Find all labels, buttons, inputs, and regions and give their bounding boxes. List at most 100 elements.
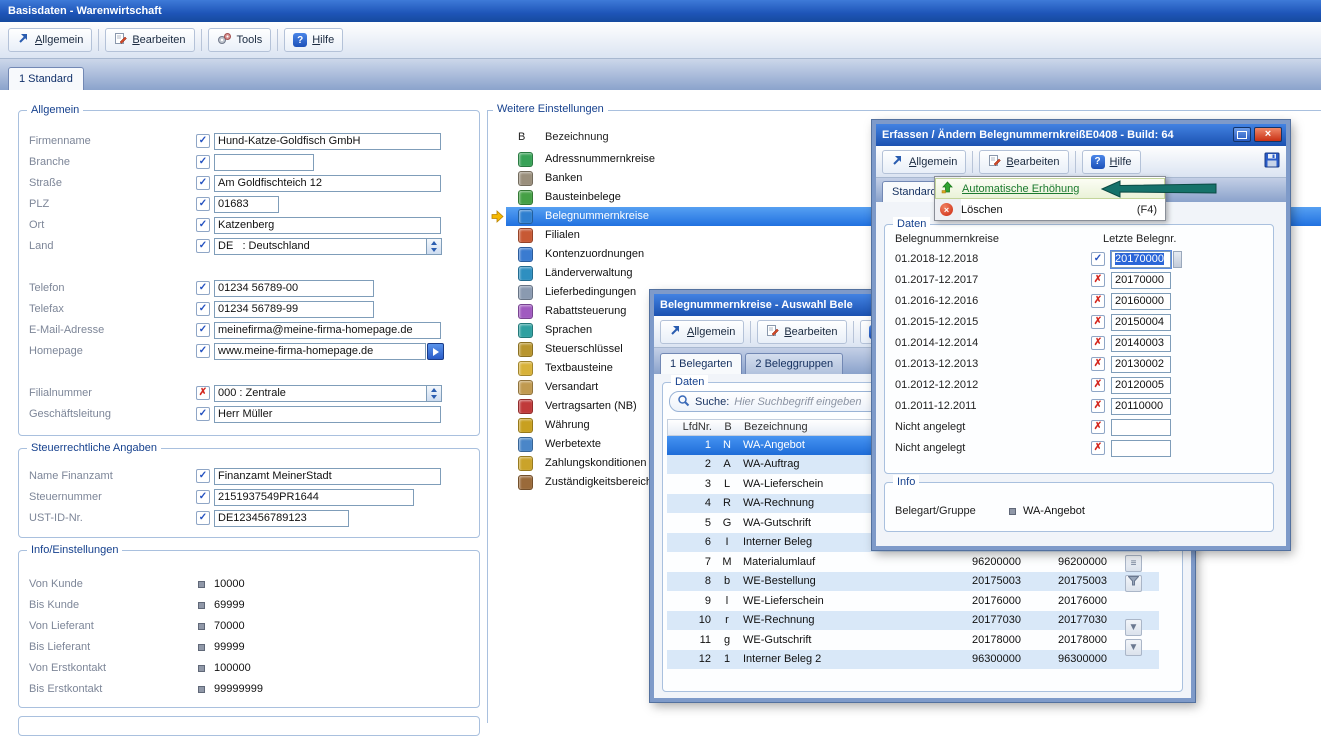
email-input[interactable]: meinefirma@meine-firma-homepage.de <box>214 322 441 339</box>
close-button[interactable] <box>1254 127 1282 142</box>
tools-button[interactable]: Tools <box>208 28 272 52</box>
table-row[interactable]: 9lWE-Lieferschein2017600020176000 <box>667 592 1159 611</box>
checkbox[interactable] <box>196 344 210 358</box>
belegnr-input[interactable]: 20160000 <box>1111 293 1171 310</box>
window-titlebar[interactable]: Basisdaten - Warenwirtschaft <box>0 0 1321 22</box>
currency-icon <box>518 418 533 433</box>
checkbox[interactable] <box>196 407 210 421</box>
hilfe-button[interactable]: Hilfe <box>284 28 343 52</box>
checkbox[interactable] <box>196 218 210 232</box>
checkbox[interactable] <box>1091 378 1105 392</box>
column-header-b[interactable]: B <box>518 131 525 143</box>
checkbox[interactable] <box>196 469 210 483</box>
belegnr-input[interactable]: 20170000 <box>1111 272 1171 289</box>
group-title: Steuerrechtliche Angaben <box>27 441 161 455</box>
belegnr-input[interactable]: 20130002 <box>1111 356 1171 373</box>
checkbox[interactable] <box>1091 420 1105 434</box>
spinner[interactable] <box>1173 251 1182 268</box>
homepage-input[interactable]: www.meine-firma-homepage.de <box>214 343 426 360</box>
building-block-documents-icon <box>518 190 533 205</box>
checkbox[interactable] <box>196 511 210 525</box>
scroll-bottom-button[interactable]: ▼ <box>1125 639 1142 656</box>
field-ustid: UST-ID-Nr.DE123456789123 <box>29 510 471 528</box>
belegnr-input[interactable]: 20150004 <box>1111 314 1171 331</box>
field-branche: Branche <box>29 154 471 172</box>
toolbar-separator <box>853 321 854 343</box>
plz-input[interactable]: 01683 <box>214 196 279 213</box>
belegnr-input[interactable]: 20140003 <box>1111 335 1171 352</box>
spinner[interactable] <box>426 239 441 254</box>
belegnr-input[interactable] <box>1111 440 1171 457</box>
checkbox[interactable] <box>196 155 210 169</box>
ustid-input[interactable]: DE123456789123 <box>214 510 349 527</box>
checkbox[interactable] <box>1091 252 1105 266</box>
firmenname-input[interactable]: Hund-Katze-Goldfisch GmbH <box>214 133 441 150</box>
checkbox[interactable] <box>196 490 210 504</box>
land-combobox[interactable]: DE : Deutschland <box>214 238 442 255</box>
checkbox[interactable] <box>1091 273 1105 287</box>
nummernkreis-row: 01.2018-12.201820170000 <box>885 251 1273 270</box>
telefax-input[interactable]: 01234 56789-99 <box>214 301 374 318</box>
table-row[interactable]: 121Interner Beleg 29630000096300000 <box>667 650 1159 669</box>
filter-button[interactable] <box>1125 575 1142 592</box>
nummernkreis-row: 01.2014-12.201420140003 <box>885 335 1273 354</box>
strasse-input[interactable]: Am Goldfischteich 12 <box>214 175 441 192</box>
bearbeiten-button[interactable]: Bearbeiten <box>105 28 194 52</box>
column-header-bezeichnung[interactable]: Bezeichnung <box>545 131 609 143</box>
save-button[interactable] <box>1264 152 1280 171</box>
open-homepage-button[interactable] <box>427 343 444 360</box>
checkbox[interactable] <box>196 176 210 190</box>
belegnr-input[interactable]: 20120005 <box>1111 377 1171 394</box>
steuernummer-input[interactable]: 2151937549PR1644 <box>214 489 414 506</box>
checkbox[interactable] <box>196 197 210 211</box>
group-title: Info <box>893 475 919 489</box>
allgemein-button[interactable]: Allgemein <box>8 28 92 52</box>
arrow-ne-icon <box>669 324 682 340</box>
allgemein-button[interactable]: Allgemein <box>882 150 966 174</box>
column-options-button[interactable]: ≡ <box>1125 555 1142 572</box>
checkbox[interactable] <box>1091 336 1105 350</box>
ort-input[interactable]: Katzenberg <box>214 217 441 234</box>
nummernkreis-row: Nicht angelegt <box>885 419 1273 438</box>
belegnr-input[interactable]: 20110000 <box>1111 398 1171 415</box>
belegnr-input[interactable] <box>1111 419 1171 436</box>
checkbox[interactable] <box>1091 294 1105 308</box>
checkbox[interactable] <box>196 302 210 316</box>
tab-beleggruppen[interactable]: 2 Beleggruppen <box>745 353 843 374</box>
tab-standard[interactable]: 1 Standard <box>8 67 84 90</box>
maximize-button[interactable] <box>1233 127 1251 142</box>
belegnr-input[interactable]: 20170000 <box>1111 251 1171 268</box>
erfassen-dialog-title: Erfassen / Ändern BelegnummernkreißE0408… <box>882 129 1174 141</box>
shipping-method-icon <box>518 380 533 395</box>
erfassen-dialog-titlebar[interactable]: Erfassen / Ändern BelegnummernkreißE0408… <box>876 124 1286 146</box>
checkbox[interactable] <box>1091 357 1105 371</box>
main-toolbar: Allgemein Bearbeiten Tools Hilfe <box>0 22 1321 59</box>
hilfe-button[interactable]: Hilfe <box>1082 150 1141 174</box>
scroll-down-button[interactable]: ▼ <box>1125 619 1142 636</box>
bearbeiten-button[interactable]: Bearbeiten <box>757 320 846 344</box>
spinner[interactable] <box>426 386 441 401</box>
geschaeftsleitung-input[interactable]: Herr Müller <box>214 406 441 423</box>
branche-input[interactable] <box>214 154 314 171</box>
checkbox[interactable] <box>1091 441 1105 455</box>
allgemein-button[interactable]: Allgemein <box>660 320 744 344</box>
bearbeiten-button[interactable]: Bearbeiten <box>979 150 1068 174</box>
table-row[interactable]: 8bWE-Bestellung2017500320175003 <box>667 572 1159 591</box>
menu-item-loeschen[interactable]: Löschen (F4) <box>935 199 1165 220</box>
filialnummer-combobox[interactable]: 000 : Zentrale <box>214 385 442 402</box>
finanzamt-input[interactable]: Finanzamt MeinerStadt <box>214 468 441 485</box>
checkbox[interactable] <box>1091 399 1105 413</box>
telefon-input[interactable]: 01234 56789-00 <box>214 280 374 297</box>
checkbox[interactable] <box>196 239 210 253</box>
table-row[interactable]: 10rWE-Rechnung2017703020177030 <box>667 611 1159 630</box>
tab-belegarten[interactable]: 1 Belegarten <box>660 353 742 374</box>
info-einstellungen-group: Info/Einstellungen Von Kunde10000 Bis Ku… <box>18 550 480 708</box>
checkbox[interactable] <box>196 386 210 400</box>
banks-icon <box>518 171 533 186</box>
checkbox[interactable] <box>1091 315 1105 329</box>
checkbox[interactable] <box>196 134 210 148</box>
checkbox[interactable] <box>196 323 210 337</box>
table-row[interactable]: 7MMaterialumlauf9620000096200000 <box>667 553 1159 572</box>
checkbox[interactable] <box>196 281 210 295</box>
table-row[interactable]: 11gWE-Gutschrift2017800020178000 <box>667 631 1159 650</box>
